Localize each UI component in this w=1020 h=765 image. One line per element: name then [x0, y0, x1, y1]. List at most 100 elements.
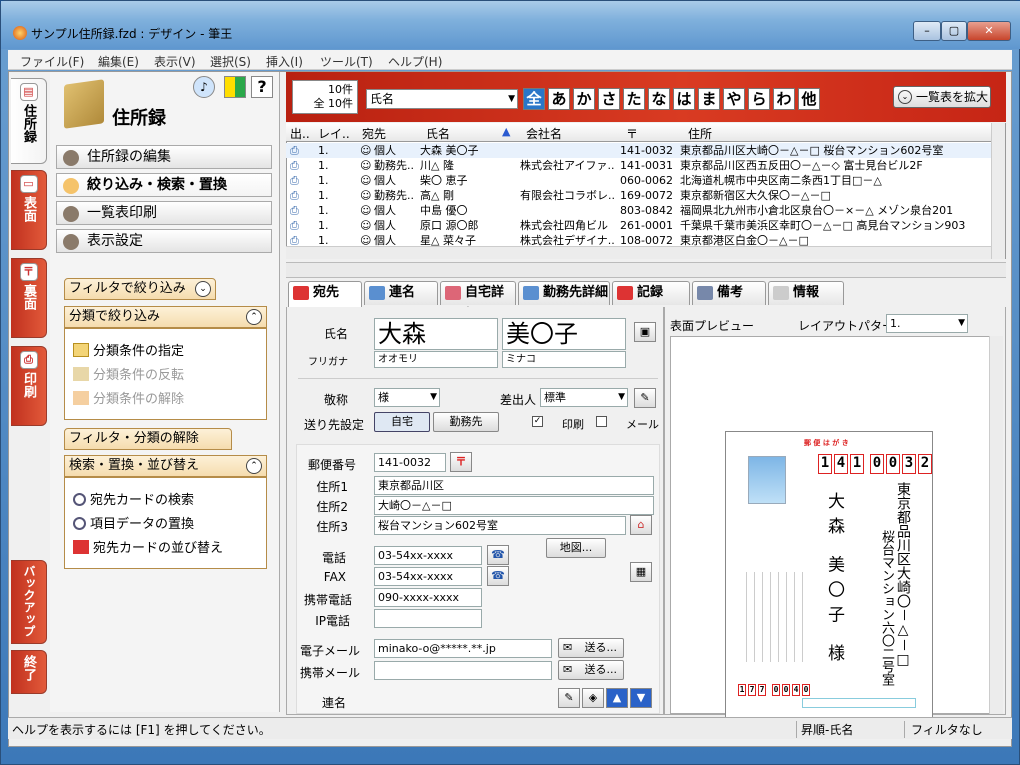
- tab-joint-names[interactable]: 連名: [364, 281, 438, 305]
- last-kana-field[interactable]: オオモリ: [374, 351, 498, 368]
- kana-filter-ka[interactable]: か: [573, 88, 595, 110]
- send-email-button[interactable]: ✉ 送る...: [558, 638, 624, 658]
- address1-field[interactable]: 東京都品川区: [374, 476, 654, 495]
- nav-list-print[interactable]: 一覧表印刷: [56, 201, 272, 225]
- grid-hscrollbar[interactable]: [286, 246, 991, 259]
- menu-file[interactable]: ファイル(F): [20, 53, 84, 70]
- send-mobile-mail-button[interactable]: ✉ 送る...: [558, 660, 624, 680]
- col-company[interactable]: 会社名: [526, 125, 562, 142]
- nav-filter-search-replace[interactable]: 絞り込み・検索・置換: [56, 173, 272, 197]
- print-checkbox[interactable]: ✓: [532, 416, 543, 427]
- col-output[interactable]: 出..: [290, 125, 310, 142]
- ip-phone-field[interactable]: [374, 609, 482, 628]
- chevron-down-icon[interactable]: ⌄: [195, 281, 211, 297]
- expand-list-button[interactable]: ⌄ 一覧表を拡大: [893, 86, 991, 108]
- fax-icon[interactable]: ☎: [487, 566, 509, 586]
- side-tab-print[interactable]: ⎙ 印刷: [11, 346, 47, 426]
- tab-destination[interactable]: 宛先: [288, 281, 362, 307]
- search-panel-header[interactable]: 検索・置換・並び替え ⌃: [64, 455, 267, 477]
- speaker-icon[interactable]: ♪: [193, 76, 215, 98]
- pen-icon[interactable]: ✎: [634, 388, 656, 408]
- side-tab-front[interactable]: ▭ 表面: [11, 170, 47, 250]
- minimize-button[interactable]: –: [913, 21, 941, 41]
- col-layout[interactable]: レイ..: [318, 125, 350, 142]
- kana-filter-sa[interactable]: さ: [598, 88, 620, 110]
- table-row[interactable]: ⎙ ☺ 1. 個人 中島 優〇 803-0842 福岡県北九州市小倉北区泉台〇－×－△ メゾ…: [286, 203, 991, 218]
- col-zip[interactable]: 〒: [626, 125, 638, 142]
- maximize-button[interactable]: ▢: [941, 21, 967, 41]
- clear-filter-tab[interactable]: フィルタ・分類の解除: [64, 428, 232, 450]
- col-address[interactable]: 住所: [688, 125, 712, 142]
- sender-select[interactable]: 標準 ▼: [540, 388, 628, 407]
- help-icon[interactable]: ?: [251, 76, 273, 98]
- nav-edit-address-book[interactable]: 住所録の編集: [56, 145, 272, 169]
- table-row[interactable]: ⎙ ☺ 1. 個人 原口 源〇郎 株式会社四角ビル 261-0001 千葉県千葉市美浜区幸町〇…: [286, 218, 991, 233]
- arrow-up-icon[interactable]: ▲: [606, 688, 628, 708]
- side-tab-address-book[interactable]: ▤ 住所録: [11, 78, 47, 164]
- menu-view[interactable]: 表示(V): [154, 53, 196, 70]
- side-tab-backup[interactable]: バックアップ: [11, 560, 47, 644]
- menu-help[interactable]: ヘルプ(H): [388, 53, 442, 70]
- splitter[interactable]: [286, 262, 1006, 278]
- replace-item-data[interactable]: 項目データの置換: [73, 516, 194, 534]
- address2-field[interactable]: 大崎〇－△－□: [374, 496, 654, 515]
- preview-vscrollbar[interactable]: [989, 336, 1003, 714]
- layout-pattern-select[interactable]: 1. ▼: [886, 314, 968, 333]
- kana-filter-ha[interactable]: は: [673, 88, 695, 110]
- name-card-icon[interactable]: ▣: [634, 322, 656, 342]
- mail-checkbox[interactable]: [596, 416, 607, 427]
- table-row[interactable]: ⎙ ☺ 1. 個人 柴〇 恵子 060-0062 北海道札幌市中央区南二条西1丁目□－△: [286, 173, 991, 188]
- col-destination[interactable]: 宛先: [362, 125, 386, 142]
- kana-filter-ta[interactable]: た: [623, 88, 645, 110]
- chevron-up-icon[interactable]: ⌃: [246, 458, 262, 474]
- kana-filter-wa[interactable]: わ: [773, 88, 795, 110]
- side-tab-back[interactable]: 〒裏面: [11, 258, 47, 338]
- tab-home-details[interactable]: 自宅詳細: [440, 281, 516, 322]
- col-name[interactable]: 氏名: [426, 125, 450, 142]
- kana-filter-a[interactable]: あ: [548, 88, 570, 110]
- sort-cards[interactable]: 宛先カードの並び替え: [73, 540, 223, 558]
- phone-icon[interactable]: ☎: [487, 545, 509, 565]
- search-card[interactable]: 宛先カードの検索: [73, 492, 194, 510]
- beginner-mark-icon[interactable]: [224, 76, 246, 98]
- table-row[interactable]: ⎙ ☺ 1. 個人 大森 美〇子 141-0032 東京都品川区大崎〇－△－□ 桜台マンショ…: [286, 143, 991, 158]
- eraser-icon[interactable]: ◈: [582, 688, 604, 708]
- grid-vscrollbar[interactable]: [991, 123, 1005, 259]
- menu-select[interactable]: 選択(S): [210, 53, 251, 70]
- category-panel-header[interactable]: 分類で絞り込み ⌃: [64, 306, 267, 328]
- map-button[interactable]: 地図...: [546, 538, 606, 558]
- arrow-down-icon[interactable]: ▼: [630, 688, 652, 708]
- house-icon[interactable]: ⌂: [630, 515, 652, 535]
- postal-lookup-icon[interactable]: 〒: [450, 452, 472, 472]
- tab-work-details[interactable]: 勤務先詳細: [518, 281, 610, 305]
- menu-edit[interactable]: 編集(E): [98, 53, 139, 70]
- category-condition-specify[interactable]: 分類条件の指定: [73, 343, 184, 361]
- edit-joint-icon[interactable]: ✎: [558, 688, 580, 708]
- email-field[interactable]: minako-o@*****.**.jp: [374, 639, 552, 658]
- category-condition-clear[interactable]: 分類条件の解除: [73, 391, 184, 409]
- fax-field[interactable]: 03-54xx-xxxx: [374, 567, 482, 586]
- kana-filter-all[interactable]: 全: [523, 88, 545, 110]
- first-name-field[interactable]: 美〇子: [502, 318, 626, 350]
- tab-notes[interactable]: 備考: [692, 281, 766, 305]
- home-destination-button[interactable]: 自宅: [374, 412, 430, 432]
- kana-filter-other[interactable]: 他: [798, 88, 820, 110]
- side-tab-exit[interactable]: 終了: [11, 650, 47, 694]
- honorific-select[interactable]: 様 ▼: [374, 388, 440, 407]
- kana-filter-ya[interactable]: や: [723, 88, 745, 110]
- menu-insert[interactable]: 挿入(I): [266, 53, 303, 70]
- zip-field[interactable]: 141-0032: [374, 453, 446, 472]
- first-kana-field[interactable]: ミナコ: [502, 351, 626, 368]
- filter-tab[interactable]: フィルタで絞り込み ⌄: [64, 278, 216, 300]
- menu-tools[interactable]: ツール(T): [320, 53, 373, 70]
- nav-display-settings[interactable]: 表示設定: [56, 229, 272, 253]
- category-condition-invert[interactable]: 分類条件の反転: [73, 367, 184, 385]
- kana-filter-ma[interactable]: ま: [698, 88, 720, 110]
- mobile-mail-field[interactable]: [374, 661, 552, 680]
- work-destination-button[interactable]: 勤務先: [433, 412, 499, 432]
- table-row[interactable]: ⎙ ☺ 1. 勤務先.. 川△ 隆 株式会社アイファ.. 141-0031 東京都品川区西五反…: [286, 158, 991, 173]
- sort-field-select[interactable]: 氏名 ▼: [366, 89, 518, 109]
- chevron-up-icon[interactable]: ⌃: [246, 309, 262, 325]
- tab-records[interactable]: 記録: [612, 281, 690, 305]
- kana-filter-na[interactable]: な: [648, 88, 670, 110]
